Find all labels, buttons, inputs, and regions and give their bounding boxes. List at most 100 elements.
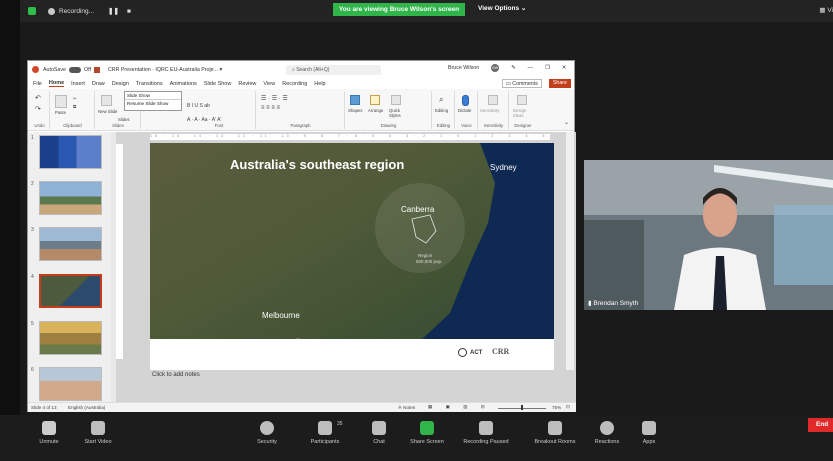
tab-slide-show[interactable]: Slide Show (204, 81, 232, 87)
stop-recording-button[interactable]: ■ (127, 8, 131, 15)
find-icon[interactable]: ⌕ (439, 95, 443, 105)
group-label-designer: Designer (514, 123, 532, 128)
editing-label[interactable]: Editing (435, 108, 448, 113)
autosave-state: Off (83, 66, 91, 73)
toolbar-label: Start Video (84, 439, 112, 445)
start-video-button[interactable]: Start Video (78, 421, 118, 445)
status-language[interactable]: English (Australia) (68, 405, 105, 410)
font-style-buttons[interactable]: B I U S ab (187, 103, 210, 109)
slide-show-menu-item[interactable]: Slide Show (125, 92, 181, 100)
share-button[interactable]: Share (548, 79, 571, 88)
toolbar-label: Participants (310, 439, 340, 445)
tab-animations[interactable]: Animations (170, 81, 197, 87)
share-screen-button[interactable]: Share Screen (405, 421, 449, 445)
design-ideas-label: Design Ideas (513, 108, 527, 118)
redo-icon[interactable]: ↷ (35, 105, 41, 113)
tab-review[interactable]: Review (238, 81, 256, 87)
autosave-toggle[interactable] (68, 66, 81, 73)
paste-icon[interactable] (55, 95, 67, 108)
align-icon[interactable]: ≡ ≡ ≡ ≡ (261, 105, 280, 111)
slide-thumbnail-3[interactable] (39, 227, 102, 261)
home-ribbon: ↶ ↷ Undo Paste ✂ ⧉ Clipboard New Slide S… (28, 89, 574, 131)
notes-toggle[interactable]: ≙ Notes (398, 405, 415, 411)
zoom-slider-thumb[interactable] (521, 405, 523, 410)
tab-home[interactable]: Home (48, 80, 65, 87)
view-options-button[interactable]: View Options ⌄ (478, 4, 526, 12)
arrange-icon[interactable] (370, 95, 380, 105)
tab-recording[interactable]: Recording (282, 81, 307, 87)
tab-view[interactable]: View (263, 81, 275, 87)
breakout-rooms-button[interactable]: Breakout Rooms (530, 421, 580, 445)
tab-draw[interactable]: Draw (92, 81, 105, 87)
slide-thumbnail-5[interactable] (39, 321, 102, 355)
ppt-status-bar: Slide 4 of 13 English (Australia) ≙ Note… (28, 402, 576, 412)
view-button[interactable]: ▦ Vi (819, 6, 833, 14)
slide-thumbnail-2[interactable] (39, 181, 102, 215)
comments-button[interactable]: ▭ Comments (501, 79, 542, 88)
tab-transitions[interactable]: Transitions (136, 81, 163, 87)
participant-video-tile[interactable]: ▮ Brendan Smyth (584, 160, 833, 310)
microphone-icon[interactable] (462, 95, 469, 106)
reactions-button[interactable]: Reactions (590, 421, 624, 445)
bullets-icon[interactable]: ☰ · ☰ · ☰ (261, 95, 288, 102)
powerpoint-icon (32, 66, 39, 73)
search-input[interactable]: ⌕ Search (Alt+Q) (286, 65, 381, 75)
undo-icon[interactable]: ↶ (35, 94, 41, 102)
slide-thumbnail-4-selected[interactable] (39, 274, 102, 308)
participants-button[interactable]: Participants 35 (303, 421, 347, 445)
zoom-meeting-window: Recording... ❚❚ ■ You are viewing Bruce … (0, 0, 833, 461)
group-label-voice: Voice (461, 123, 472, 128)
restore-button[interactable]: ❐ (545, 65, 550, 71)
avatar[interactable]: BW (491, 64, 500, 72)
document-title[interactable]: CRR Presentation · IQRC EU-Australia Pro… (108, 67, 222, 73)
tab-design[interactable]: Design (112, 81, 129, 87)
end-meeting-button[interactable]: End (808, 418, 833, 432)
user-name[interactable]: Bruce Wilson (448, 65, 479, 71)
group-label-undo: Undo (34, 123, 45, 128)
view-buttons[interactable]: ▦ ▣ ▥ ⊟ (428, 404, 491, 410)
slide-number: 5 (31, 321, 34, 327)
group-label-editing: Editing (436, 123, 451, 128)
vertical-scrollbar[interactable] (566, 132, 574, 370)
security-button[interactable]: Security (250, 421, 284, 445)
resume-slide-show-menu-item[interactable]: Resume Slide Show (125, 100, 181, 107)
ribbon-collapse-icon[interactable]: ⌄ (564, 119, 569, 126)
pause-recording-button[interactable]: ❚❚ (108, 7, 119, 15)
slide-number: 4 (31, 274, 34, 280)
comments-label: Comments (512, 81, 538, 87)
sensitivity-icon[interactable] (488, 95, 498, 105)
clipboard-group: Paste ✂ ⧉ Clipboard (51, 91, 95, 129)
designer-group: Design Ideas Designer (510, 91, 536, 129)
recording-icon (479, 421, 493, 435)
unmute-button[interactable]: Unmute (34, 421, 64, 445)
tab-help[interactable]: Help (314, 81, 325, 87)
close-button[interactable]: ✕ (562, 65, 566, 71)
fit-slide-icon[interactable]: ⊡ (566, 404, 570, 410)
shapes-icon[interactable] (350, 95, 360, 105)
paste-label: Paste (55, 110, 66, 115)
slide-thumbnail-6[interactable] (39, 367, 102, 401)
current-slide[interactable]: Australia's southeast region Sydney Canb… (150, 143, 554, 370)
slides-label[interactable]: Slides (118, 117, 130, 122)
chat-button[interactable]: Chat (365, 421, 393, 445)
status-slide-count: Slide 4 of 13 (31, 405, 57, 410)
cut-icon[interactable]: ✂ (73, 96, 77, 102)
tab-file[interactable]: File (33, 81, 42, 87)
recording-indicator: Recording... ❚❚ ■ (28, 7, 131, 15)
minimize-button[interactable]: — (528, 65, 533, 71)
save-icon[interactable] (93, 66, 100, 73)
tab-insert[interactable]: Insert (71, 81, 85, 87)
quick-styles-icon[interactable] (391, 95, 401, 105)
design-ideas-icon[interactable] (517, 95, 527, 105)
slide-thumbnail-1[interactable] (39, 135, 102, 169)
recording-paused-button[interactable]: Recording Paused (458, 421, 514, 445)
notes-pane[interactable]: Click to add notes (152, 372, 200, 378)
pen-icon[interactable]: ✎ (511, 65, 515, 71)
new-slide-icon[interactable] (101, 95, 112, 106)
horizontal-ruler: 16 · 15 · 14 · 13 · 12 · 11 · 10 · 9 · 8… (150, 134, 550, 140)
zoom-level[interactable]: 75% (552, 405, 561, 410)
left-edge-strip (0, 0, 20, 415)
copy-icon[interactable]: ⧉ (73, 104, 76, 109)
apps-button[interactable]: Apps (636, 421, 662, 445)
toolbar-label: Reactions (594, 439, 620, 445)
